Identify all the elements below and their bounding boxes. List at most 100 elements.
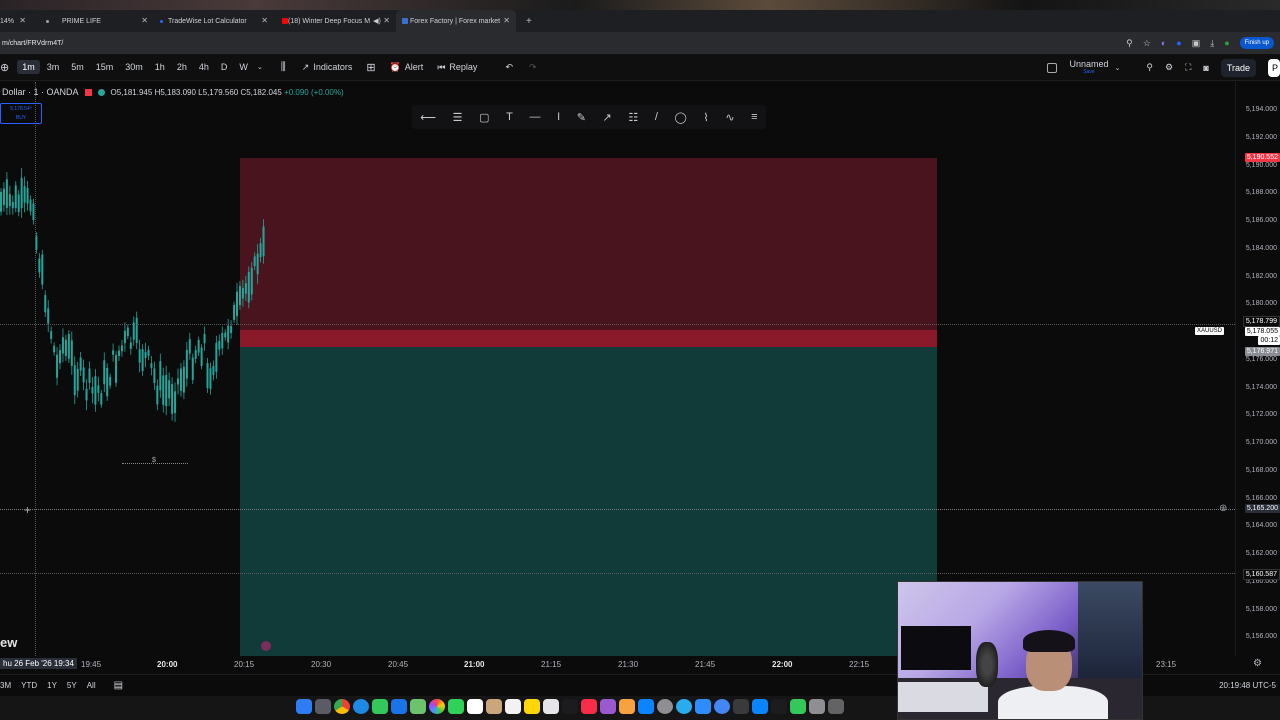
parallel-channel-icon[interactable]: ☰ [453,111,463,124]
date-range-icon[interactable]: ▤ [114,680,123,691]
timeframe-d[interactable]: D [216,60,233,74]
camera-icon[interactable]: ◙ [1203,63,1208,73]
rectangle-icon[interactable]: ▢ [479,111,489,124]
messages-icon[interactable] [372,698,388,714]
take-profit-zone[interactable] [240,347,937,656]
launchpad-icon[interactable] [315,698,331,714]
brush-icon[interactable]: ✎ [577,111,586,124]
indicators-button[interactable]: ↗ Indicators [302,62,353,73]
templates-icon[interactable]: ⊞ [366,61,375,74]
close-icon[interactable]: ✕ [141,16,148,25]
range-all[interactable]: All [87,681,96,690]
zoom-icon[interactable]: ⚲ [1126,38,1133,49]
entry-risk-strip[interactable] [240,330,937,347]
calendar-icon[interactable] [467,698,483,714]
add-symbol-icon[interactable]: ⊕ [0,61,9,74]
order-ticket[interactable]: 5,178.54⁰ BUY [0,103,42,124]
contacts-icon[interactable] [486,698,502,714]
profile-avatar[interactable]: ● [1224,38,1229,48]
chevron-down-icon[interactable]: ⌄ [1115,64,1121,72]
clock-display[interactable]: 20:19:48 UTC-5 [1219,681,1276,690]
chevron-down-icon[interactable]: ⌄ [257,63,263,71]
fib-icon[interactable]: ☷ [628,111,638,124]
pages-icon[interactable] [619,698,635,714]
timeframe-2h[interactable]: 2h [172,60,192,74]
settings-gear-icon[interactable]: ⚙ [1165,62,1173,73]
music-icon[interactable] [581,698,597,714]
undo-icon[interactable]: ↶ [505,62,513,73]
timeframe-w[interactable]: W [234,60,253,74]
redo-icon[interactable]: ↷ [529,62,537,73]
app-icon[interactable] [828,698,844,714]
finish-update-button[interactable]: Finish up [1239,37,1274,49]
range-5y[interactable]: 5Y [67,681,77,690]
alert-button[interactable]: ⏰ Alert [390,62,424,73]
wave-icon[interactable]: ∿ [725,111,734,124]
trend-line-icon[interactable]: / [655,111,658,123]
layout-name[interactable]: Unnamed Save [1069,59,1108,76]
range-3m[interactable]: 3M [0,681,11,690]
facetime-icon[interactable] [448,698,464,714]
chart-type-icon[interactable]: ⫼ [281,61,286,74]
new-tab-button[interactable]: + [526,16,532,27]
extensions-puzzle-icon[interactable]: ▣ [1192,38,1201,49]
app-store-icon[interactable] [638,698,654,714]
close-icon[interactable]: ✕ [261,16,268,25]
download-icon[interactable]: ⤓ [1210,38,1214,49]
url-text[interactable]: m/chart/FRVdrm4T/ [0,40,63,47]
app-icon[interactable] [752,698,768,714]
timeframe-15m[interactable]: 15m [91,60,119,74]
extension-icon[interactable]: ● [1176,38,1181,48]
app-icon[interactable] [771,698,787,714]
curve-icon[interactable]: ⌇ [703,111,708,124]
tv-icon[interactable] [562,698,578,714]
path-icon[interactable]: ↗ [603,111,612,124]
layout-checkbox-icon[interactable] [1047,62,1058,73]
time-settings-icon[interactable]: ⚙ [1253,658,1262,669]
close-icon[interactable]: ✕ [19,16,26,25]
mail-icon[interactable] [391,698,407,714]
freeform-icon[interactable] [543,698,559,714]
replay-button[interactable]: ⏮ Replay [437,62,477,73]
timeframe-30m[interactable]: 30m [120,60,148,74]
tradingview-logo[interactable]: ew [0,635,17,650]
horizontal-ray-icon[interactable]: ⟵ [420,111,436,124]
horizontal-line-icon[interactable]: — [529,111,540,123]
safari-icon[interactable] [353,698,369,714]
price-scale[interactable]: 5,194.000 5,192.000 5,190.000 5,188.000 5,18… [1235,82,1280,656]
timeframe-1h[interactable]: 1h [150,60,170,74]
range-1y[interactable]: 1Y [47,681,57,690]
close-icon[interactable]: ✕ [503,16,510,25]
settings-icon[interactable] [657,698,673,714]
browser-tab[interactable]: (18) Winter Deep Focus M ◀) ✕ [274,10,396,32]
extension-icon[interactable]: ◐ [1161,38,1166,48]
browser-tab[interactable]: PRIME LIFE ✕ [32,10,154,32]
add-alert-icon[interactable]: ⊕ [1219,503,1227,514]
event-marker-icon[interactable] [261,641,271,651]
close-icon[interactable]: ✕ [383,16,390,25]
photos-icon[interactable] [429,698,445,714]
more-tools-icon[interactable]: ≡ [751,111,757,123]
chrome-app-icon[interactable] [714,698,730,714]
ellipse-icon[interactable]: ◯ [674,111,686,124]
bookmark-star-icon[interactable]: ☆ [1143,38,1151,49]
notes-icon[interactable] [524,698,540,714]
timeframe-3m[interactable]: 3m [42,60,65,74]
chart-pane[interactable]: + ⊕ $ Dollar · 1 · OANDA O5,181.945 H5,1… [0,82,1235,656]
search-icon[interactable]: ⚲ [1146,62,1153,73]
address-bar[interactable]: m/chart/FRVdrm4T/ ⚲ ☆ ◐ ● ▣ ⤓ ● Finish u… [0,32,1280,54]
zoom-app-icon[interactable] [695,698,711,714]
app-icon[interactable] [809,698,825,714]
text-icon[interactable]: T [506,111,513,123]
browser-tab[interactable]: Forex Factory | Forex market ✕ [396,10,516,32]
timeframe-1m[interactable]: 1m [17,60,40,74]
app-icon[interactable] [733,698,749,714]
telegram-icon[interactable] [676,698,692,714]
app-icon[interactable] [790,698,806,714]
symbol-name[interactable]: Dollar · 1 · OANDA [2,87,79,97]
finder-icon[interactable] [296,698,312,714]
chrome-icon[interactable] [334,698,350,714]
timeframe-4h[interactable]: 4h [194,60,214,74]
vertical-cursor-icon[interactable]: I [557,111,560,123]
publish-button[interactable]: P [1268,58,1280,77]
